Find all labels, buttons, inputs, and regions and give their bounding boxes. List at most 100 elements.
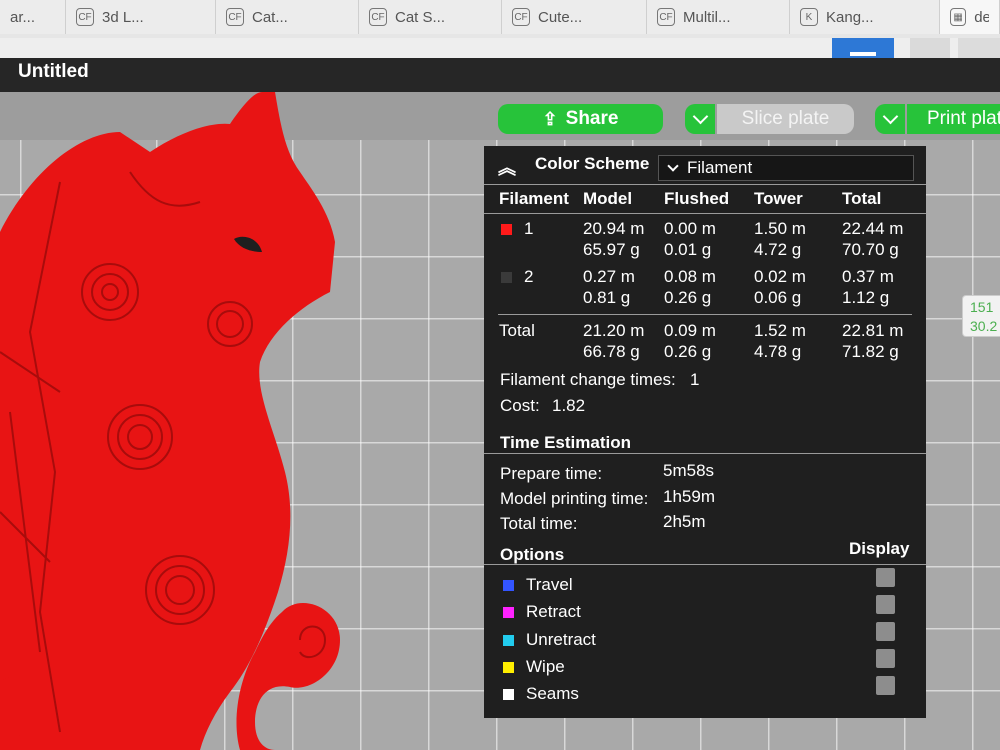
column-header: Total [842, 189, 882, 208]
travel-color-swatch [503, 580, 514, 591]
kangaroo-icon: K [800, 8, 818, 26]
flushed-length: 0.00 m [664, 219, 716, 238]
tab-label: de [974, 8, 989, 26]
tower-weight: 0.06 g [754, 288, 802, 307]
dimension-label: 151 30.2 [962, 295, 1000, 337]
time-value: 5m58s [663, 461, 715, 480]
option-label: Wipe [526, 657, 565, 676]
time-value: 1h59m [663, 487, 715, 506]
cost-value: 1.82 [552, 396, 586, 415]
tab-label: ar... [10, 8, 36, 26]
model-weight: 0.81 g [583, 288, 631, 307]
seams-display-checkbox[interactable] [876, 676, 895, 695]
tower-length: 1.50 m [754, 219, 806, 238]
options-heading: Options [500, 545, 565, 564]
wipe-color-swatch [503, 662, 514, 673]
retract-color-swatch [503, 607, 514, 618]
cf-icon: CF [76, 8, 94, 26]
wipe-display-checkbox[interactable] [876, 649, 895, 668]
tab-label: Cute... [538, 8, 583, 26]
divider [484, 453, 926, 454]
column-header: Flushed [664, 189, 730, 208]
browser-tab[interactable]: CF Cute... [502, 0, 647, 34]
app-title-bar: Untitled [0, 58, 1000, 92]
slice-statistics-panel: ︽ Color Scheme Filament Filament Model F… [484, 146, 926, 718]
tower-length: 0.02 m [754, 267, 806, 286]
share-button-label: Share [565, 108, 619, 129]
tab-label: Cat S... [395, 8, 446, 26]
display-column-label: Display [849, 539, 910, 558]
option-label: Travel [526, 575, 573, 594]
model-length: 21.20 m [583, 321, 645, 340]
flushed-weight: 0.01 g [664, 240, 712, 259]
slice-plate-label: Slice plate [741, 108, 830, 129]
tower-weight: 4.72 g [754, 240, 802, 259]
collapse-icon[interactable]: ︽ [498, 154, 516, 180]
tab-label: Cat... [252, 8, 288, 26]
flushed-weight: 0.26 g [664, 342, 712, 361]
time-value: 2h5m [663, 512, 706, 531]
print-plate-button[interactable]: Print plate [907, 104, 1000, 134]
filament-change-label: Filament change times: [500, 370, 676, 389]
slice-plate-button[interactable]: Slice plate [717, 104, 854, 134]
unretract-display-checkbox[interactable] [876, 622, 895, 641]
flushed-length: 0.08 m [664, 267, 716, 286]
browser-tab[interactable]: K Kang... [790, 0, 940, 34]
retract-display-checkbox[interactable] [876, 595, 895, 614]
filament-color-swatch [501, 272, 512, 283]
print-plate-label: Print plate [927, 108, 1000, 129]
seams-color-swatch [503, 689, 514, 700]
browser-tab[interactable]: ▦ de [940, 0, 1000, 34]
time-estimation-heading: Time Estimation [500, 433, 631, 452]
tab-label: Kang... [826, 8, 874, 26]
browser-tab[interactable]: CF 3d L... [66, 0, 216, 34]
stats-icon[interactable] [910, 38, 950, 60]
top-toolbar [0, 38, 1000, 60]
time-label: Model printing time: [500, 489, 649, 508]
column-header: Filament [499, 189, 569, 208]
chevron-down-icon [882, 108, 898, 125]
time-label: Prepare time: [500, 464, 603, 483]
grid-icon[interactable] [958, 38, 1000, 60]
share-icon: ⇪ [542, 108, 558, 129]
cf-icon: CF [369, 8, 387, 26]
browser-tab[interactable]: ar... [0, 0, 66, 34]
tab-label: 3d L... [102, 8, 144, 26]
browser-tab[interactable]: CF Cat... [216, 0, 359, 34]
page-title: Untitled [18, 61, 89, 82]
filament-color-swatch [501, 224, 512, 235]
view-toggle-button[interactable] [832, 38, 894, 60]
divider [484, 184, 926, 185]
divider [498, 314, 912, 315]
slice-dropdown-button[interactable] [685, 104, 715, 134]
option-label: Seams [526, 684, 579, 703]
share-button[interactable]: ⇪ Share [498, 104, 663, 134]
total-row-label: Total [499, 321, 535, 340]
model-length: 20.94 m [583, 219, 645, 238]
model-weight: 65.97 g [583, 240, 640, 259]
option-label: Unretract [526, 630, 596, 649]
filament-id: 1 [524, 219, 534, 238]
cf-icon: CF [657, 8, 675, 26]
filament-change-value: 1 [690, 370, 700, 389]
total-length: 0.37 m [842, 267, 894, 286]
color-scheme-value: Filament [687, 158, 753, 177]
travel-display-checkbox[interactable] [876, 568, 895, 587]
tower-weight: 4.78 g [754, 342, 802, 361]
browser-tab-strip: ar... CF 3d L... CF Cat... CF Cat S... C… [0, 0, 1000, 39]
grid-icon: ▦ [950, 8, 967, 26]
cost-label: Cost: [500, 396, 540, 415]
flushed-length: 0.09 m [664, 321, 716, 340]
browser-tab[interactable]: CF Multil... [647, 0, 790, 34]
color-scheme-select[interactable]: Filament [658, 155, 914, 181]
browser-tab[interactable]: CF Cat S... [359, 0, 502, 34]
model-weight: 66.78 g [583, 342, 640, 361]
total-length: 22.44 m [842, 219, 904, 238]
total-length: 22.81 m [842, 321, 904, 340]
total-weight: 70.70 g [842, 240, 899, 259]
column-header: Model [583, 189, 633, 208]
time-label: Total time: [500, 514, 578, 533]
print-dropdown-button[interactable] [875, 104, 905, 134]
unretract-color-swatch [503, 635, 514, 646]
total-weight: 71.82 g [842, 342, 899, 361]
